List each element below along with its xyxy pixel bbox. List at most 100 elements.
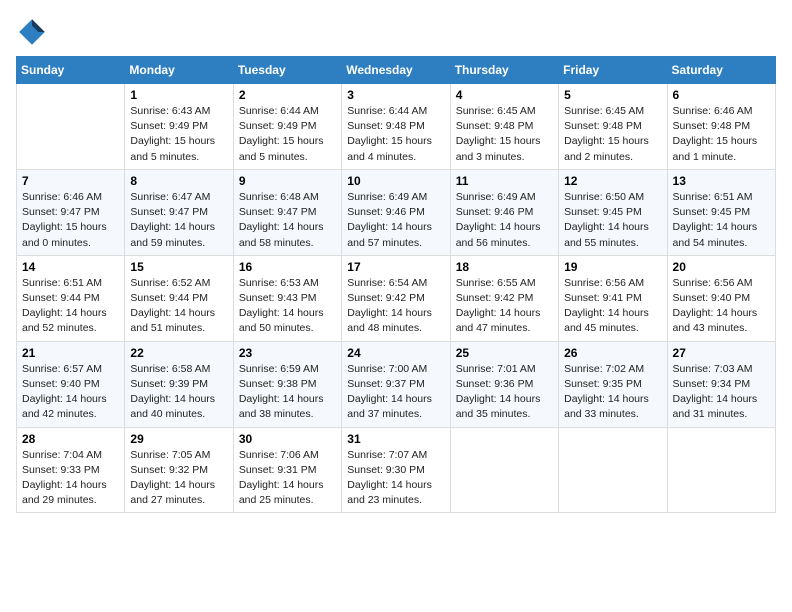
day-number: 10 [347,174,444,188]
day-info: Sunrise: 7:04 AM Sunset: 9:33 PM Dayligh… [22,448,119,509]
calendar-cell: 15Sunrise: 6:52 AM Sunset: 9:44 PM Dayli… [125,255,233,341]
day-info: Sunrise: 6:51 AM Sunset: 9:45 PM Dayligh… [673,190,770,251]
day-info: Sunrise: 7:07 AM Sunset: 9:30 PM Dayligh… [347,448,444,509]
day-number: 7 [22,174,119,188]
day-info: Sunrise: 7:03 AM Sunset: 9:34 PM Dayligh… [673,362,770,423]
day-info: Sunrise: 6:53 AM Sunset: 9:43 PM Dayligh… [239,276,336,337]
calendar-cell: 14 Sunrise: 6:51 AM Sunset: 9:44 PM Dayli… [17,255,125,341]
calendar-cell: 24 Sunrise: 7:00 AM Sunset: 9:37 PM Dayli… [342,341,450,427]
calendar-cell: 8 Sunrise: 6:47 AM Sunset: 9:47 PM Daylig… [125,169,233,255]
day-number: 29 [130,432,227,446]
calendar-table: SundayMondayTuesdayWednesdayThursdayFrid… [16,56,776,513]
calendar-cell: 28 Sunrise: 7:04 AM Sunset: 9:33 PM Dayli… [17,427,125,513]
day-info: Sunrise: 6:47 AM Sunset: 9:47 PM Dayligh… [130,190,227,251]
logo [16,16,52,48]
day-number: 31 [347,432,444,446]
day-info: Sunrise: 6:48 AM Sunset: 9:47 PM Dayligh… [239,190,336,251]
day-number: 20 [673,260,770,274]
day-info: Sunrise: 7:05 AM Sunset: 9:32 PM Dayligh… [130,448,227,509]
col-header-friday: Friday [559,57,667,84]
calendar-cell: 9 Sunrise: 6:48 AM Sunset: 9:47 PM Daylig… [233,169,341,255]
calendar-cell: 11 Sunrise: 6:49 AM Sunset: 9:46 PM Dayli… [450,169,558,255]
day-number: 9 [239,174,336,188]
day-info: Sunrise: 6:50 AM Sunset: 9:45 PM Dayligh… [564,190,661,251]
calendar-cell: 16 Sunrise: 6:53 AM Sunset: 9:43 PM Dayli… [233,255,341,341]
day-number: 23 [239,346,336,360]
day-number: 6 [673,88,770,102]
day-number: 3 [347,88,444,102]
day-info: Sunrise: 6:59 AM Sunset: 9:38 PM Dayligh… [239,362,336,423]
day-info: Sunrise: 6:56 AM Sunset: 9:40 PM Dayligh… [673,276,770,337]
day-info: Sunrise: 7:06 AM Sunset: 9:31 PM Dayligh… [239,448,336,509]
day-number: 5 [564,88,661,102]
col-header-sunday: Sunday [17,57,125,84]
day-info: Sunrise: 6:46 AM Sunset: 9:47 PM Dayligh… [22,190,119,251]
col-header-wednesday: Wednesday [342,57,450,84]
day-info: Sunrise: 7:00 AM Sunset: 9:37 PM Dayligh… [347,362,444,423]
day-number: 4 [456,88,553,102]
calendar-cell [667,427,775,513]
day-info: Sunrise: 6:45 AM Sunset: 9:48 PM Dayligh… [456,104,553,165]
calendar-cell [559,427,667,513]
calendar-cell: 18 Sunrise: 6:55 AM Sunset: 9:42 PM Dayli… [450,255,558,341]
col-header-monday: Monday [125,57,233,84]
day-number: 28 [22,432,119,446]
day-info: Sunrise: 6:45 AM Sunset: 9:48 PM Dayligh… [564,104,661,165]
calendar-cell: 4 Sunrise: 6:45 AM Sunset: 9:48 PM Daylig… [450,84,558,170]
calendar-cell: 31 Sunrise: 7:07 AM Sunset: 9:30 PM Dayli… [342,427,450,513]
calendar-cell: 20 Sunrise: 6:56 AM Sunset: 9:40 PM Dayli… [667,255,775,341]
day-number: 16 [239,260,336,274]
day-info: Sunrise: 6:52 AM Sunset: 9:44 PM Dayligh… [130,276,227,337]
calendar-cell [450,427,558,513]
day-number: 8 [130,174,227,188]
calendar-cell: 6 Sunrise: 6:46 AM Sunset: 9:48 PM Daylig… [667,84,775,170]
calendar-cell: 1 Sunrise: 6:43 AM Sunset: 9:49 PM Daylig… [125,84,233,170]
day-number: 21 [22,346,119,360]
day-info: Sunrise: 6:57 AM Sunset: 9:40 PM Dayligh… [22,362,119,423]
calendar-cell: 13 Sunrise: 6:51 AM Sunset: 9:45 PM Dayli… [667,169,775,255]
day-info: Sunrise: 6:49 AM Sunset: 9:46 PM Dayligh… [456,190,553,251]
col-header-saturday: Saturday [667,57,775,84]
day-info: Sunrise: 6:44 AM Sunset: 9:48 PM Dayligh… [347,104,444,165]
page-header [16,16,776,48]
day-number: 19 [564,260,661,274]
calendar-cell: 27 Sunrise: 7:03 AM Sunset: 9:34 PM Dayli… [667,341,775,427]
col-header-thursday: Thursday [450,57,558,84]
day-number: 26 [564,346,661,360]
day-info: Sunrise: 6:51 AM Sunset: 9:44 PM Dayligh… [22,276,119,337]
day-number: 12 [564,174,661,188]
calendar-cell: 25 Sunrise: 7:01 AM Sunset: 9:36 PM Dayli… [450,341,558,427]
day-info: Sunrise: 6:46 AM Sunset: 9:48 PM Dayligh… [673,104,770,165]
day-info: Sunrise: 7:02 AM Sunset: 9:35 PM Dayligh… [564,362,661,423]
calendar-cell: 2Sunrise: 6:44 AM Sunset: 9:49 PM Daylig… [233,84,341,170]
day-number: 11 [456,174,553,188]
day-number: 22 [130,346,227,360]
calendar-cell: 21 Sunrise: 6:57 AM Sunset: 9:40 PM Dayli… [17,341,125,427]
day-info: Sunrise: 7:01 AM Sunset: 9:36 PM Dayligh… [456,362,553,423]
col-header-tuesday: Tuesday [233,57,341,84]
calendar-cell: 26 Sunrise: 7:02 AM Sunset: 9:35 PM Dayli… [559,341,667,427]
calendar-cell: 22 Sunrise: 6:58 AM Sunset: 9:39 PM Dayli… [125,341,233,427]
day-number: 18 [456,260,553,274]
calendar-cell: 19 Sunrise: 6:56 AM Sunset: 9:41 PM Dayli… [559,255,667,341]
day-number: 17 [347,260,444,274]
day-number: 14 [22,260,119,274]
day-number: 2 [239,88,336,102]
day-number: 13 [673,174,770,188]
calendar-cell: 30 Sunrise: 7:06 AM Sunset: 9:31 PM Dayli… [233,427,341,513]
calendar-cell: 5 Sunrise: 6:45 AM Sunset: 9:48 PM Daylig… [559,84,667,170]
day-number: 25 [456,346,553,360]
day-info: Sunrise: 6:43 AM Sunset: 9:49 PM Dayligh… [130,104,227,165]
day-info: Sunrise: 6:56 AM Sunset: 9:41 PM Dayligh… [564,276,661,337]
day-info: Sunrise: 6:49 AM Sunset: 9:46 PM Dayligh… [347,190,444,251]
calendar-cell: 23 Sunrise: 6:59 AM Sunset: 9:38 PM Dayli… [233,341,341,427]
calendar-cell: 17 Sunrise: 6:54 AM Sunset: 9:42 PM Dayli… [342,255,450,341]
day-info: Sunrise: 6:58 AM Sunset: 9:39 PM Dayligh… [130,362,227,423]
day-info: Sunrise: 6:55 AM Sunset: 9:42 PM Dayligh… [456,276,553,337]
day-number: 1 [130,88,227,102]
calendar-cell [17,84,125,170]
day-number: 30 [239,432,336,446]
day-number: 24 [347,346,444,360]
day-info: Sunrise: 6:54 AM Sunset: 9:42 PM Dayligh… [347,276,444,337]
day-number: 27 [673,346,770,360]
